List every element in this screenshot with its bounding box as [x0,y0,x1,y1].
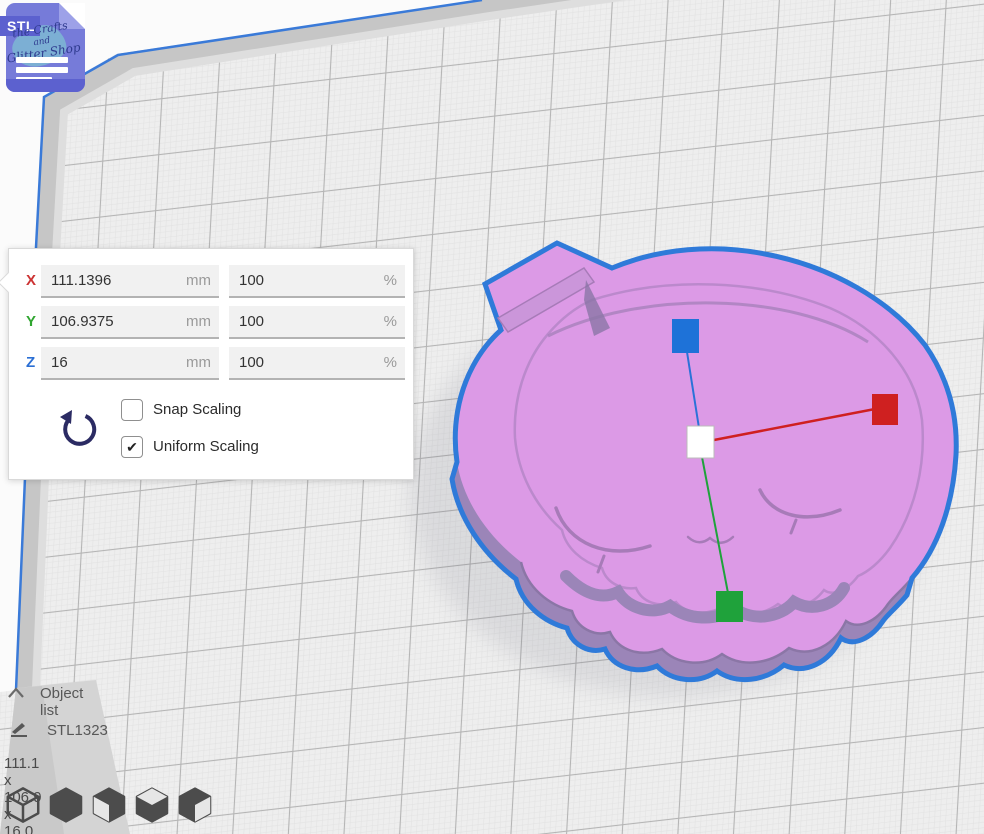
axis-label-z: Z [26,354,35,371]
scale-handle-uniform[interactable] [687,426,714,458]
snap-scaling-label: Snap Scaling [153,401,241,418]
cube-right-face-icon [178,787,212,823]
z-size-field: mm [41,347,219,380]
z-percent-unit: % [384,354,397,371]
scale-tool-panel: X mm % Y mm % Z mm [8,248,414,480]
y-percent-unit: % [384,313,397,330]
y-size-unit: mm [186,313,211,330]
axis-label-x: X [26,272,36,289]
view-preset-toolbar [6,787,212,823]
chevron-up-icon[interactable] [6,686,26,704]
application-window: STL the Crafts and Glitter Shop X mm % Y [0,0,984,834]
y-size-field: mm [41,306,219,339]
scale-row-x: X mm % [9,265,413,298]
right-side-view-button[interactable] [178,787,212,823]
object-list-header[interactable]: Object list [40,685,83,719]
object-list-item[interactable]: STL1323 [47,722,108,739]
y-percent-field: % [229,306,405,339]
3d-view-button[interactable] [6,787,40,823]
uniform-scaling-label: Uniform Scaling [153,438,259,455]
scale-row-y: Y mm % [9,306,413,339]
scale-handle-z[interactable] [672,319,699,353]
rotate-ccw-icon [55,409,97,451]
x-percent-input[interactable] [229,265,405,296]
x-percent-field: % [229,265,405,298]
cube-top-face-icon [135,787,169,823]
x-size-field: mm [41,265,219,298]
scale-row-z: Z mm % [9,347,413,380]
y-percent-input[interactable] [229,306,405,337]
z-size-unit: mm [186,354,211,371]
snap-scaling-checkbox[interactable] [121,399,143,421]
cube-left-face-icon [92,787,126,823]
left-side-view-button[interactable] [135,787,169,823]
edit-pencil-icon[interactable] [8,718,30,744]
x-percent-unit: % [384,272,397,289]
axis-label-y: Y [26,313,36,330]
front-view-button[interactable] [49,787,83,823]
cube-wireframe-icon [6,787,40,823]
top-view-button[interactable] [92,787,126,823]
x-size-unit: mm [186,272,211,289]
reset-scale-button[interactable] [55,409,97,451]
cube-solid-icon [49,787,83,823]
uniform-scaling-checkbox[interactable]: ✔ [121,436,143,458]
scale-handle-x[interactable] [872,394,898,425]
z-percent-field: % [229,347,405,380]
z-percent-input[interactable] [229,347,405,378]
scale-handle-y[interactable] [716,591,743,622]
stl-shop-logo: STL the Crafts and Glitter Shop [0,0,90,98]
